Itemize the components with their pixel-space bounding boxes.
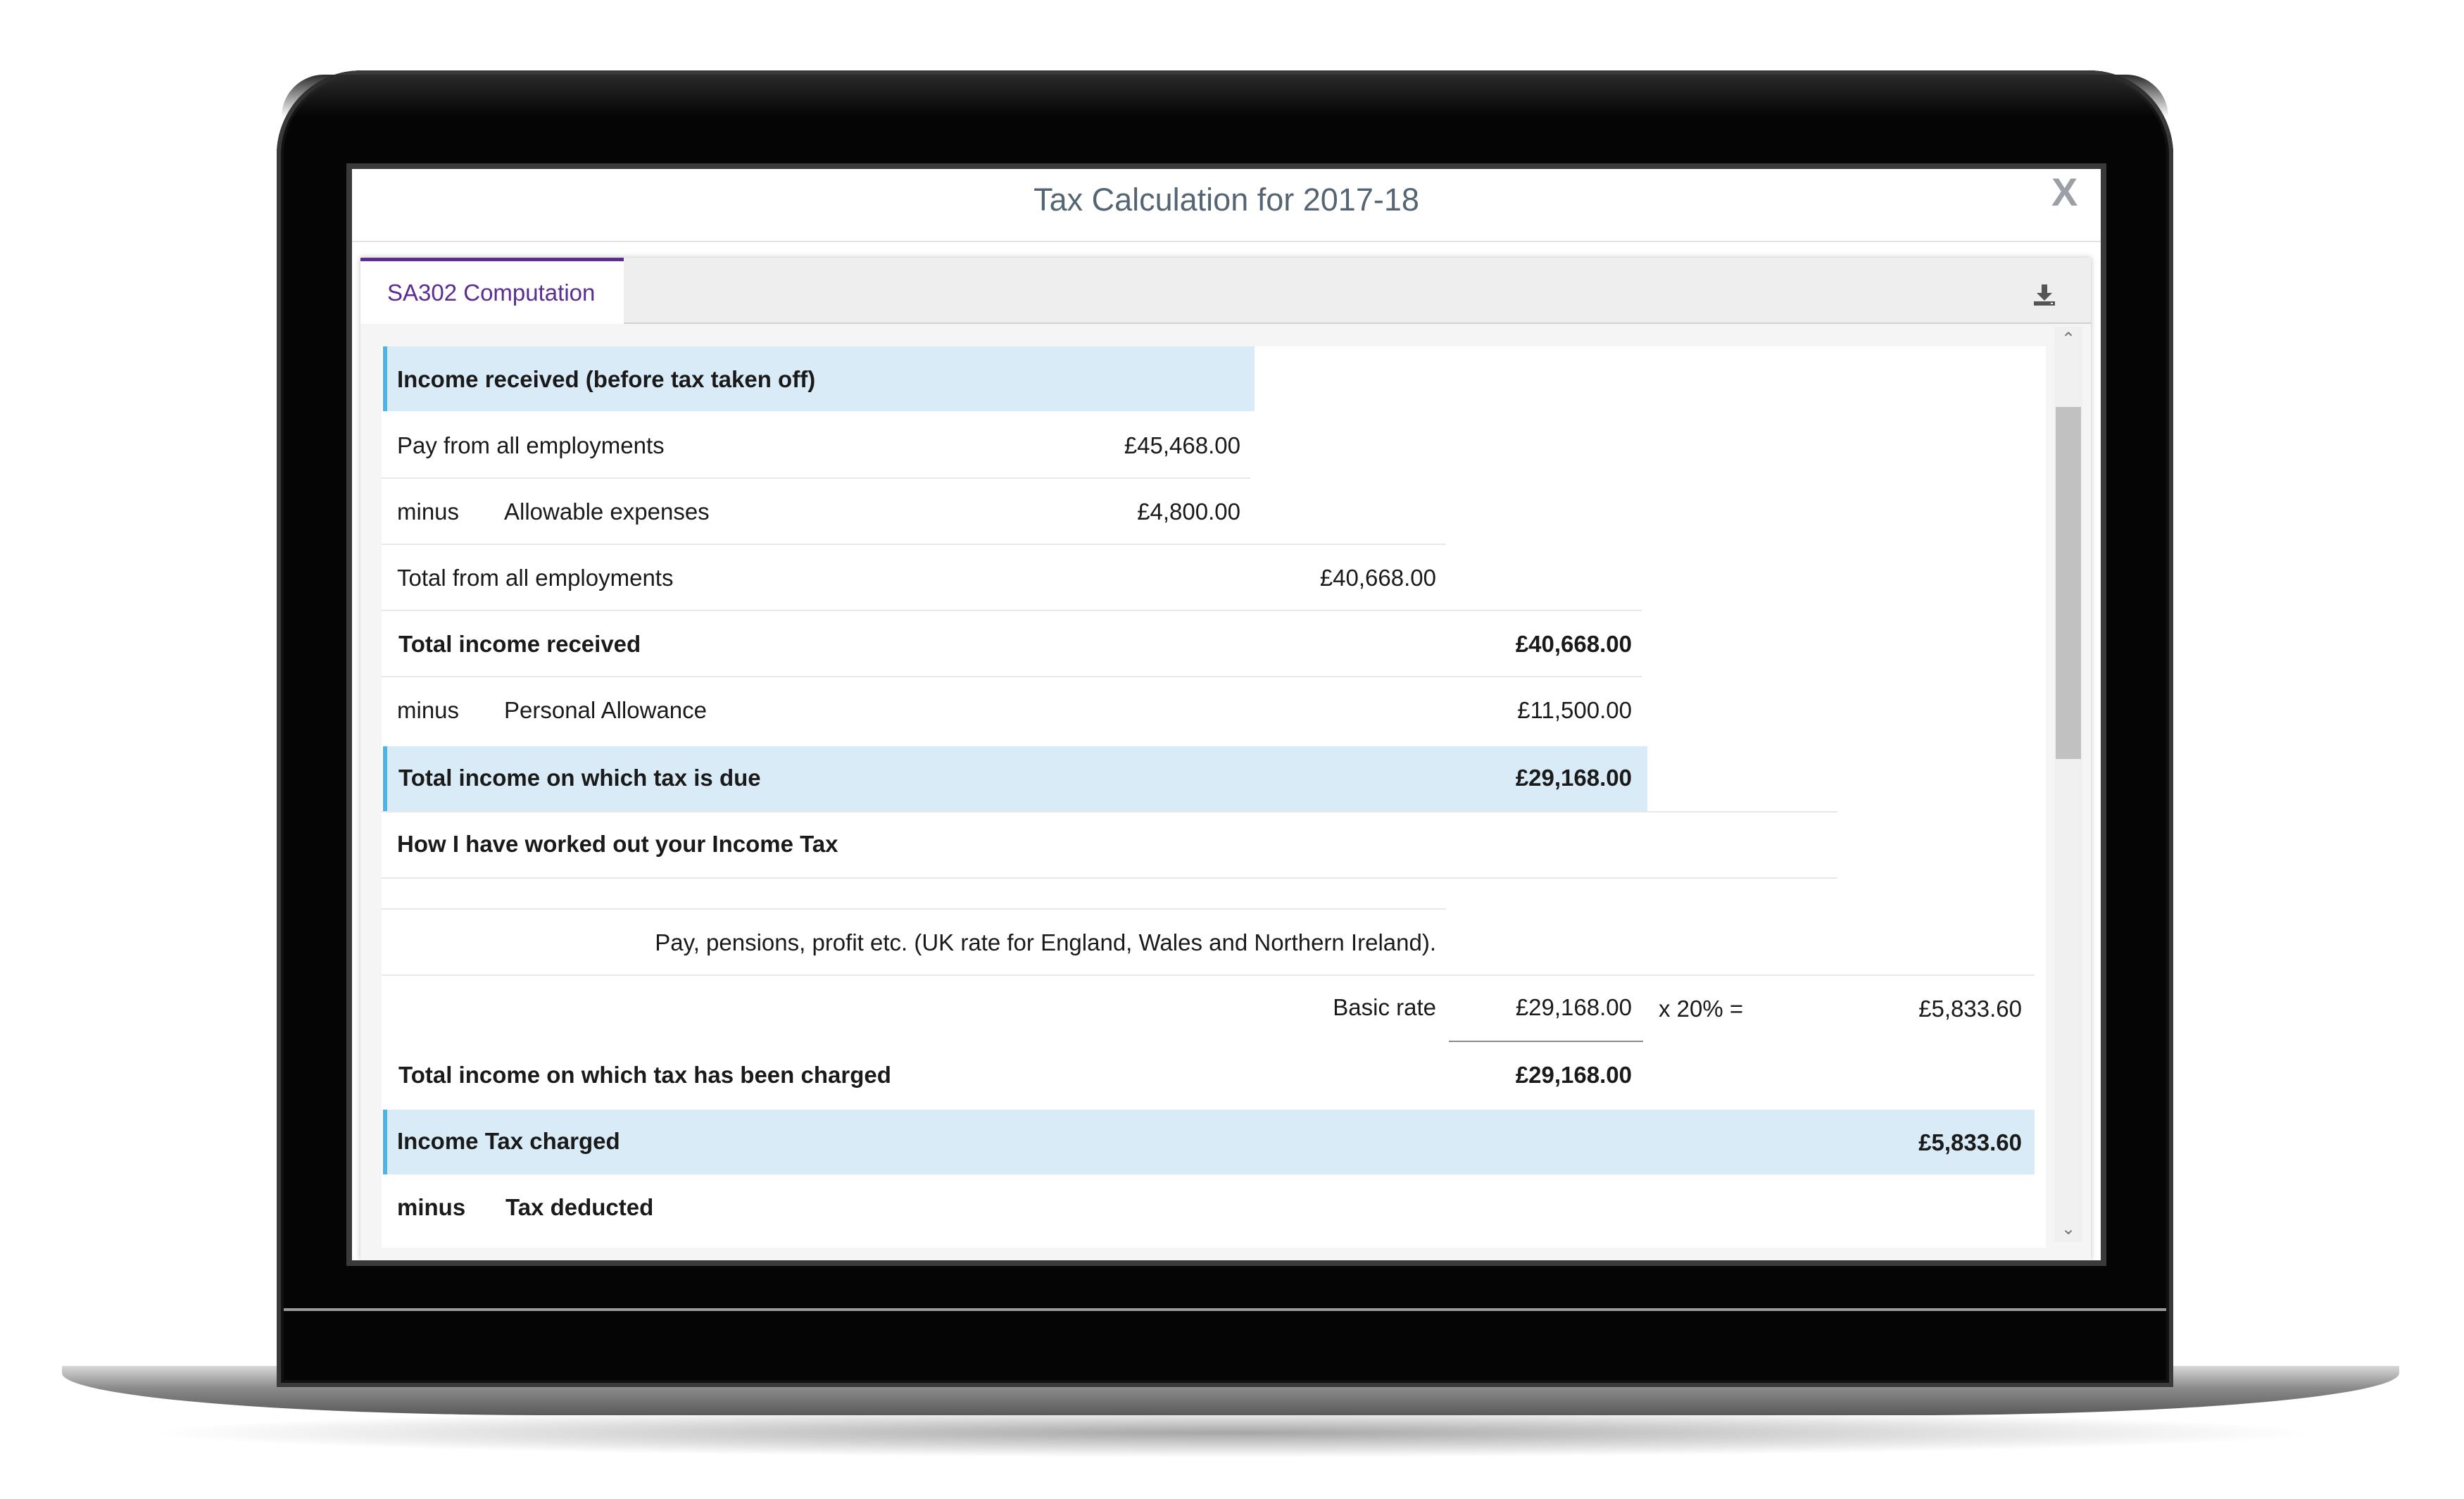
divider: [382, 908, 1446, 910]
tax-due-value: £29,168.00: [1515, 765, 1632, 791]
basic-rate-tax: £5,833.60: [1918, 996, 2022, 1022]
row-highlight: [383, 1110, 2035, 1174]
personal-allowance-label: Personal Allowance: [504, 697, 708, 723]
charged-total-value: £29,168.00: [1515, 1062, 1632, 1088]
scrollbar-thumb[interactable]: [2056, 407, 2081, 759]
modal-title: Tax Calculation for 2017-18: [1033, 182, 1419, 218]
charged-total-label: Total income on which tax has been charg…: [398, 1062, 891, 1088]
sum-underline: [1449, 1041, 1643, 1042]
chevron-down-icon[interactable]: ⌄: [2060, 1221, 2077, 1238]
chevron-up-icon[interactable]: ⌃: [2060, 331, 2077, 348]
computation-table: Income received (before tax taken off) P…: [382, 346, 2046, 1248]
tab-sa302-computation[interactable]: SA302 Computation: [360, 258, 624, 324]
minus-label: minus: [397, 1194, 466, 1220]
allowable-expenses-label: Allowable expenses: [504, 498, 710, 525]
close-icon[interactable]: X: [2051, 169, 2078, 215]
tab-label: SA302 Computation: [387, 280, 596, 306]
allowable-expenses-value: £4,800.00: [1137, 498, 1240, 525]
tab-bar: SA302 Computation: [360, 258, 2091, 324]
computation-panel: SA302 Computation Income received (befor…: [360, 258, 2091, 1260]
tax-deducted-label: Tax deducted: [505, 1194, 654, 1220]
divider: [382, 974, 2035, 976]
pay-value: £45,468.00: [1124, 432, 1240, 458]
basic-rate-amount: £29,168.00: [1515, 994, 1632, 1020]
laptop-lid-glare: [282, 75, 2168, 117]
income-tax-charged-label: Income Tax charged: [397, 1128, 620, 1154]
divider: [382, 877, 1837, 879]
divider: [382, 610, 1642, 611]
basic-rate-label: Basic rate: [1333, 994, 1436, 1020]
income-tax-charged-value: £5,833.60: [1918, 1129, 2022, 1155]
personal-allowance-value: £11,500.00: [1517, 697, 1632, 723]
total-employments-value: £40,668.00: [1319, 565, 1436, 591]
laptop-shadow: [141, 1408, 2323, 1457]
tax-due-label: Total income on which tax is due: [398, 765, 761, 791]
divider: [382, 477, 1250, 479]
tax-calculation-modal: Tax Calculation for 2017-18 X SA302 Comp…: [352, 169, 2101, 1260]
income-received-header: Income received (before tax taken off): [397, 366, 816, 392]
download-icon[interactable]: [2032, 283, 2056, 307]
laptop-chin-line: [284, 1308, 2166, 1311]
minus-label: minus: [397, 498, 460, 525]
basic-rate-multiplier: x 20% =: [1659, 996, 1744, 1022]
divider: [382, 544, 1446, 545]
minus-label: minus: [397, 697, 460, 723]
divider: [382, 676, 1642, 677]
divider: [382, 811, 1837, 813]
how-worked-out-label: How I have worked out your Income Tax: [397, 831, 838, 857]
modal-header: Tax Calculation for 2017-18 X: [352, 169, 2101, 242]
total-income-label: Total income received: [398, 631, 641, 657]
total-income-value: £40,668.00: [1515, 631, 1632, 657]
pay-label: Pay from all employments: [397, 432, 665, 458]
pay-pensions-label: Pay, pensions, profit etc. (UK rate for …: [655, 929, 1436, 955]
total-employments-label: Total from all employments: [397, 565, 674, 591]
